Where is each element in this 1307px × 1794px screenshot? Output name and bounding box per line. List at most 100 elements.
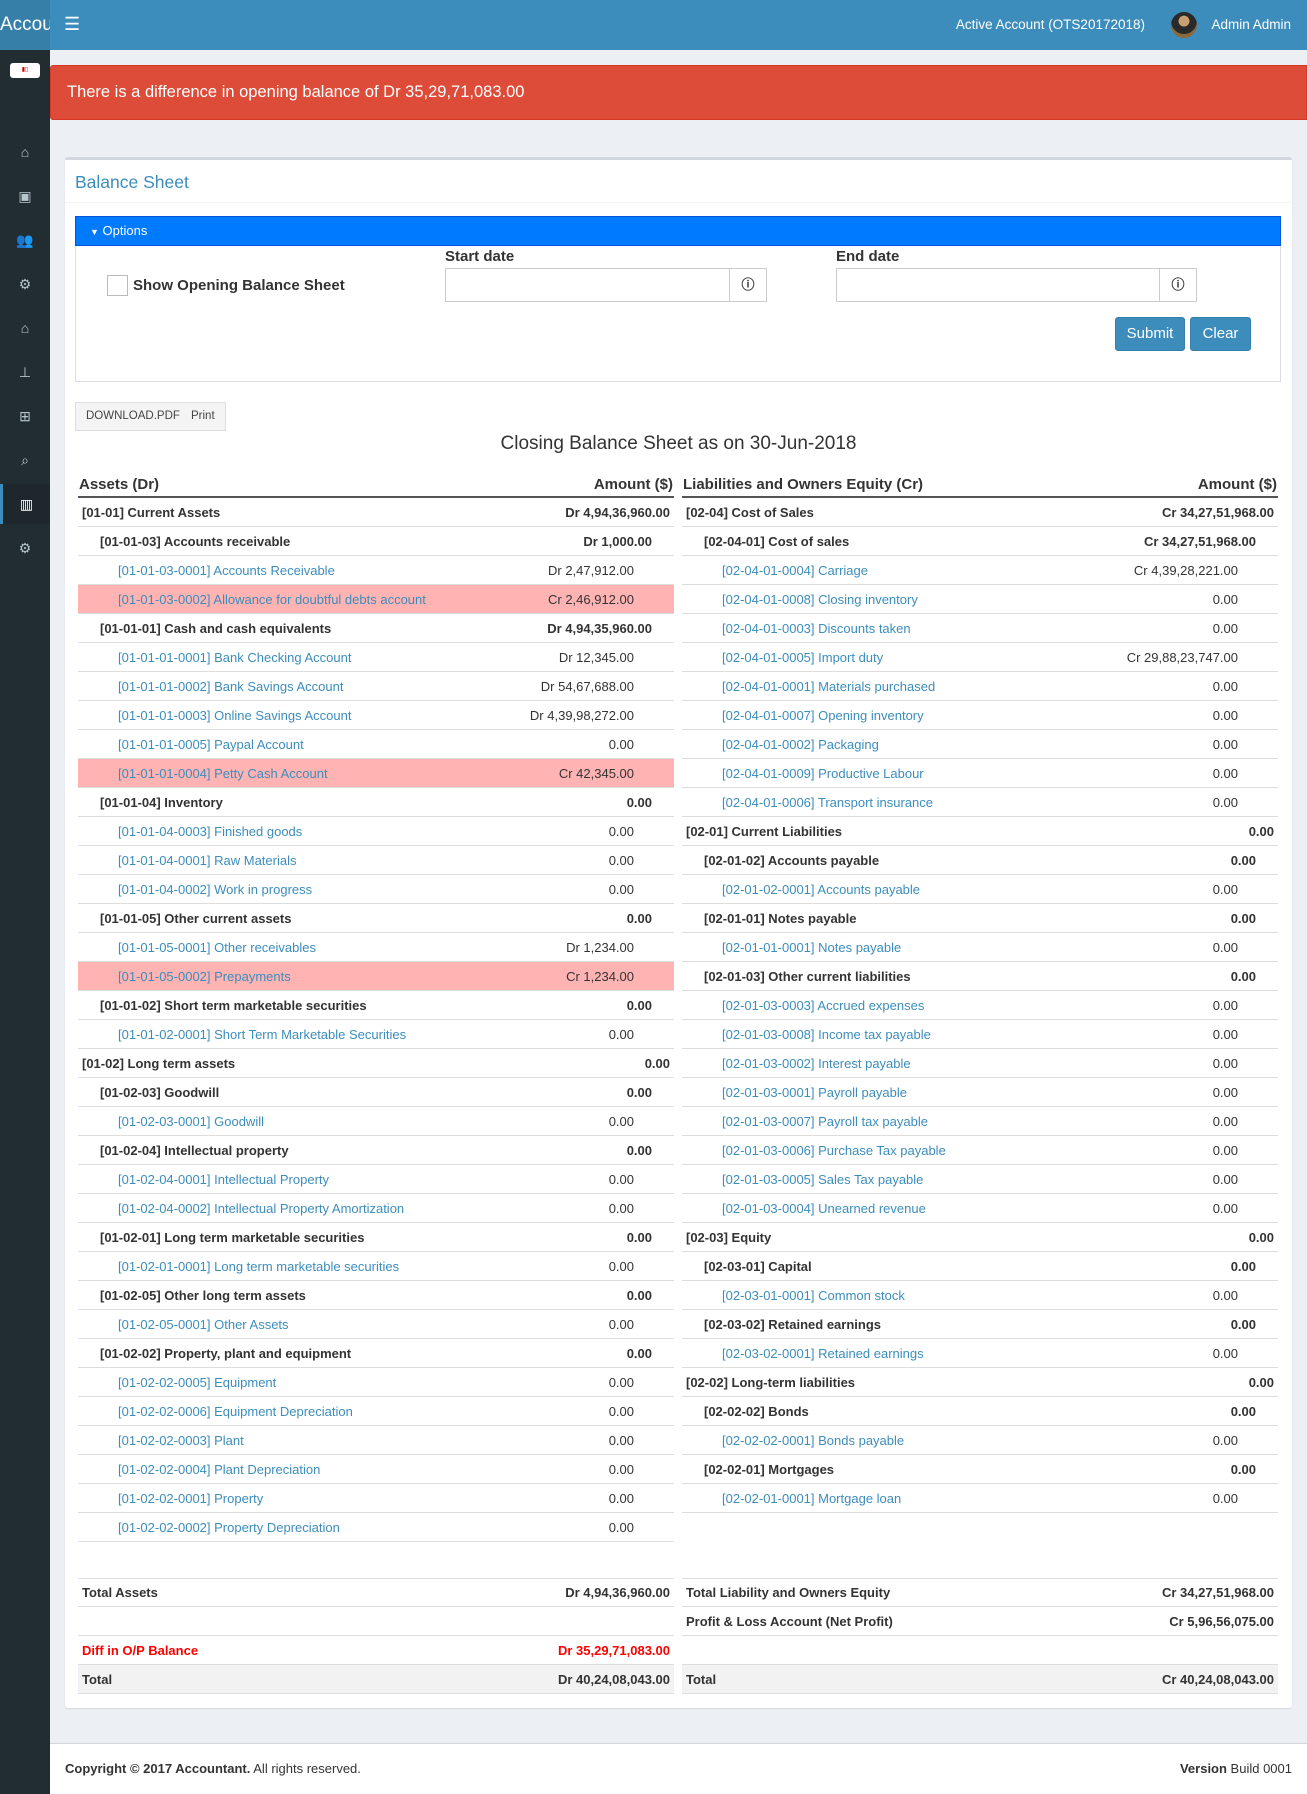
account-row[interactable]: [01-02-04-0001] Intellectual Property 0.0… xyxy=(78,1165,674,1194)
account-link[interactable]: [02-01-03-0004] Unearned revenue xyxy=(682,1201,926,1216)
account-row[interactable]: [01-02-04-0002] Intellectual Property Am… xyxy=(78,1194,674,1223)
account-link[interactable]: [01-01-03-0002] Allowance for doubtful d… xyxy=(78,592,426,607)
account-row[interactable]: [02-03-01-0001] Common stock 0.00 xyxy=(682,1281,1278,1310)
account-link[interactable]: [01-01-05-0002] Prepayments xyxy=(78,969,291,984)
show-opening-label[interactable]: Show Opening Balance Sheet xyxy=(133,277,345,294)
brand-logo[interactable]: Accountant xyxy=(0,0,50,50)
sidebar-item[interactable]: ▣ xyxy=(0,176,50,216)
account-row[interactable]: [02-01-02-0001] Accounts payable 0.00 xyxy=(682,875,1278,904)
info-icon[interactable]: ⓘ xyxy=(729,268,767,302)
account-row[interactable]: [01-02-02-0002] Property Depreciation 0.0… xyxy=(78,1513,674,1542)
account-link[interactable]: [02-03-01-0001] Common stock xyxy=(682,1288,905,1303)
account-row[interactable]: [02-04-01-0002] Packaging 0.00 xyxy=(682,730,1278,759)
sidebar-item[interactable]: ⊞ xyxy=(0,396,50,436)
account-row[interactable]: [01-01-04-0002] Work in progress 0.00 xyxy=(78,875,674,904)
account-row[interactable]: [01-01-01-0002] Bank Savings Account Dr 5… xyxy=(78,672,674,701)
account-link[interactable]: [01-02-04-0001] Intellectual Property xyxy=(78,1172,329,1187)
account-row[interactable]: [01-02-01-0001] Long term marketable sec… xyxy=(78,1252,674,1281)
account-link[interactable]: [02-01-02-0001] Accounts payable xyxy=(682,882,920,897)
account-link[interactable]: [02-01-03-0003] Accrued expenses xyxy=(682,998,924,1013)
account-link[interactable]: [01-01-01-0002] Bank Savings Account xyxy=(78,679,343,694)
sidebar-item[interactable]: ⚙ xyxy=(0,264,50,304)
sidebar-item[interactable]: ⚙ xyxy=(0,528,50,568)
account-link[interactable]: [02-04-01-0009] Productive Labour xyxy=(682,766,924,781)
account-row[interactable]: [01-01-03-0002] Allowance for doubtful d… xyxy=(78,585,674,614)
account-row[interactable]: [02-01-03-0008] Income tax payable 0.00 xyxy=(682,1020,1278,1049)
account-row[interactable]: [01-01-05-0002] Prepayments Cr 1,234.00 xyxy=(78,962,674,991)
account-link[interactable]: [01-02-02-0006] Equipment Depreciation xyxy=(78,1404,353,1419)
account-row[interactable]: [01-02-02-0001] Property 0.00 xyxy=(78,1484,674,1513)
account-link[interactable]: [01-01-01-0001] Bank Checking Account xyxy=(78,650,351,665)
account-row[interactable]: [02-04-01-0006] Transport insurance 0.00 xyxy=(682,788,1278,817)
account-link[interactable]: [02-01-01-0001] Notes payable xyxy=(682,940,901,955)
info-icon[interactable]: ⓘ xyxy=(1159,268,1197,302)
account-link[interactable]: [02-04-01-0005] Import duty xyxy=(682,650,883,665)
menu-toggle-icon[interactable]: ☰ xyxy=(64,14,80,35)
account-row[interactable]: [01-01-01-0003] Online Savings Account Dr… xyxy=(78,701,674,730)
print-button[interactable]: Print xyxy=(181,402,226,431)
account-row[interactable]: [01-02-02-0006] Equipment Depreciation 0.… xyxy=(78,1397,674,1426)
clear-button[interactable]: Clear xyxy=(1190,317,1251,351)
account-row[interactable]: [01-01-01-0005] Paypal Account 0.00 xyxy=(78,730,674,759)
sidebar-item[interactable]: ⌂ xyxy=(0,132,50,172)
account-row[interactable]: [02-01-03-0007] Payroll tax payable 0.00 xyxy=(682,1107,1278,1136)
account-link[interactable]: [02-04-01-0007] Opening inventory xyxy=(682,708,924,723)
account-row[interactable]: [01-01-01-0004] Petty Cash Account Cr 42,… xyxy=(78,759,674,788)
account-link[interactable]: [02-04-01-0006] Transport insurance xyxy=(682,795,933,810)
account-row[interactable]: [02-01-03-0003] Accrued expenses 0.00 xyxy=(682,991,1278,1020)
account-link[interactable]: [02-04-01-0004] Carriage xyxy=(682,563,868,578)
end-date-input[interactable] xyxy=(836,268,1160,302)
account-row[interactable]: [01-02-02-0004] Plant Depreciation 0.00 xyxy=(78,1455,674,1484)
account-row[interactable]: [02-04-01-0008] Closing inventory 0.00 xyxy=(682,585,1278,614)
account-row[interactable]: [02-01-03-0004] Unearned revenue 0.00 xyxy=(682,1194,1278,1223)
sidebar-item[interactable]: ⌕ xyxy=(0,440,50,480)
sidebar-item[interactable]: ⊥ xyxy=(0,352,50,392)
account-link[interactable]: [02-01-03-0001] Payroll payable xyxy=(682,1085,907,1100)
account-row[interactable]: [01-02-02-0005] Equipment 0.00 xyxy=(78,1368,674,1397)
account-row[interactable]: [02-04-01-0009] Productive Labour 0.00 xyxy=(682,759,1278,788)
account-row[interactable]: [01-01-04-0001] Raw Materials 0.00 xyxy=(78,846,674,875)
account-link[interactable]: [01-02-02-0005] Equipment xyxy=(78,1375,276,1390)
account-row[interactable]: [02-01-03-0005] Sales Tax payable 0.00 xyxy=(682,1165,1278,1194)
account-row[interactable]: [01-01-02-0001] Short Term Marketable Se… xyxy=(78,1020,674,1049)
account-row[interactable]: [01-01-03-0001] Accounts Receivable Dr 2,… xyxy=(78,556,674,585)
account-link[interactable]: [01-02-02-0001] Property xyxy=(78,1491,263,1506)
account-link[interactable]: [02-04-01-0001] Materials purchased xyxy=(682,679,935,694)
account-link[interactable]: [02-04-01-0003] Discounts taken xyxy=(682,621,911,636)
account-row[interactable]: [02-01-03-0002] Interest payable 0.00 xyxy=(682,1049,1278,1078)
account-row[interactable]: [02-02-01-0001] Mortgage loan 0.00 xyxy=(682,1484,1278,1513)
account-link[interactable]: [01-01-01-0003] Online Savings Account xyxy=(78,708,351,723)
account-link[interactable]: [01-02-01-0001] Long term marketable sec… xyxy=(78,1259,399,1274)
account-link[interactable]: [02-04-01-0008] Closing inventory xyxy=(682,592,918,607)
account-link[interactable]: [01-02-04-0002] Intellectual Property Am… xyxy=(78,1201,404,1216)
account-row[interactable]: [02-03-02-0001] Retained earnings 0.00 xyxy=(682,1339,1278,1368)
account-link[interactable]: [02-01-03-0007] Payroll tax payable xyxy=(682,1114,928,1129)
account-row[interactable]: [02-02-02-0001] Bonds payable 0.00 xyxy=(682,1426,1278,1455)
account-link[interactable]: [01-02-02-0002] Property Depreciation xyxy=(78,1520,340,1535)
account-row[interactable]: [02-04-01-0007] Opening inventory 0.00 xyxy=(682,701,1278,730)
account-link[interactable]: [02-01-03-0005] Sales Tax payable xyxy=(682,1172,923,1187)
account-link[interactable]: [02-01-03-0006] Purchase Tax payable xyxy=(682,1143,946,1158)
account-row[interactable]: [02-04-01-0001] Materials purchased 0.00 xyxy=(682,672,1278,701)
avatar[interactable] xyxy=(1171,12,1197,38)
account-link[interactable]: [01-01-04-0003] Finished goods xyxy=(78,824,302,839)
account-link[interactable]: [02-02-02-0001] Bonds payable xyxy=(682,1433,904,1448)
account-link[interactable]: [01-02-02-0004] Plant Depreciation xyxy=(78,1462,320,1477)
account-row[interactable]: [01-02-02-0003] Plant 0.00 xyxy=(78,1426,674,1455)
sidebar-item[interactable]: ▥ xyxy=(0,484,50,524)
account-row[interactable]: [02-01-01-0001] Notes payable 0.00 xyxy=(682,933,1278,962)
user-menu[interactable]: Admin Admin xyxy=(1211,17,1291,32)
account-link[interactable]: [01-02-05-0001] Other Assets xyxy=(78,1317,289,1332)
account-row[interactable]: [01-02-03-0001] Goodwill 0.00 xyxy=(78,1107,674,1136)
account-link[interactable]: [02-03-02-0001] Retained earnings xyxy=(682,1346,924,1361)
sidebar-item[interactable]: 👥 xyxy=(0,220,50,260)
account-link[interactable]: [02-01-03-0002] Interest payable xyxy=(682,1056,911,1071)
start-date-input[interactable] xyxy=(445,268,730,302)
account-link[interactable]: [01-02-03-0001] Goodwill xyxy=(78,1114,264,1129)
account-row[interactable]: [02-01-03-0006] Purchase Tax payable 0.00 xyxy=(682,1136,1278,1165)
account-link[interactable]: [01-01-05-0001] Other receivables xyxy=(78,940,316,955)
account-link[interactable]: [02-01-03-0008] Income tax payable xyxy=(682,1027,931,1042)
account-link[interactable]: [02-02-01-0001] Mortgage loan xyxy=(682,1491,901,1506)
account-row[interactable]: [01-01-01-0001] Bank Checking Account Dr … xyxy=(78,643,674,672)
account-row[interactable]: [02-04-01-0003] Discounts taken 0.00 xyxy=(682,614,1278,643)
